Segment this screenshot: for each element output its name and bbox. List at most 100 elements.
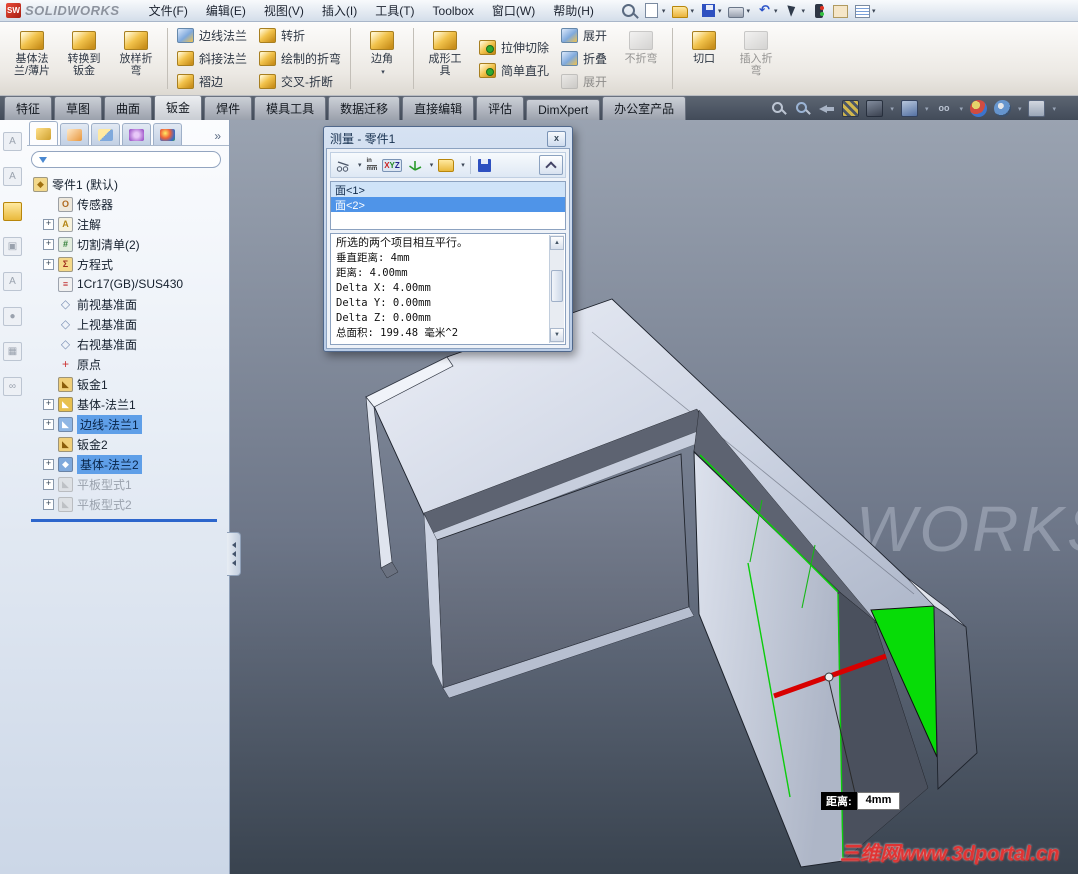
units-icon[interactable]: in mm <box>365 156 380 175</box>
menu-item-5[interactable]: 工具(T) <box>366 0 423 21</box>
measure-history-icon-dropdown-icon[interactable]: ▾ <box>461 161 465 169</box>
miter-flange-button[interactable]: 斜接法兰 <box>173 48 251 70</box>
tree-filter-input[interactable] <box>31 151 221 168</box>
save-results-icon[interactable] <box>476 157 493 174</box>
display-style-icon-dropdown-icon[interactable]: ▾ <box>925 105 929 113</box>
print-icon[interactable]: ▾ <box>726 2 752 19</box>
expand-toggle-icon[interactable]: + <box>43 458 54 470</box>
scrollbar-thumb[interactable] <box>551 270 563 302</box>
expand-toggle-icon[interactable]: + <box>43 398 54 410</box>
edit-appearance-icon[interactable] <box>969 100 987 117</box>
featuremanager-tree-tab[interactable] <box>29 121 58 145</box>
tree-item-annotations[interactable]: + A 注解 <box>27 214 229 234</box>
display-style-icon[interactable] <box>900 100 918 117</box>
tree-item-equations[interactable]: + Σ 方程式 <box>27 254 229 274</box>
apply-scene-icon[interactable] <box>993 100 1011 117</box>
menu-item-1[interactable]: 文件(F) <box>140 0 197 21</box>
design-binder-icon[interactable] <box>3 202 22 221</box>
file-properties-icon[interactable] <box>831 2 850 19</box>
tree-item-sensors[interactable]: O 传感器 <box>27 194 229 214</box>
menu-item-7[interactable]: 窗口(W) <box>483 0 544 21</box>
tree-item-cutlist[interactable]: + # 切割清单(2) <box>27 234 229 254</box>
tree-item-material[interactable]: ≡ 1Cr17(GB)/SUS430 <box>27 274 229 294</box>
dropdown-arrow-icon[interactable]: ▾ <box>872 7 876 15</box>
section-view-icon[interactable] <box>842 100 860 117</box>
cross-break-button[interactable]: 交叉-折断 <box>255 71 345 93</box>
unfold-button[interactable]: 展开 <box>557 25 611 47</box>
corners-button[interactable]: 边角 ▾ <box>356 24 408 76</box>
tab-DimXpert[interactable]: DimXpert <box>526 99 601 120</box>
rebuild-icon[interactable] <box>810 3 828 19</box>
panel-splitter[interactable] <box>227 532 241 576</box>
menu-item-2[interactable]: 编辑(E) <box>197 0 255 21</box>
view-orientation-icon-dropdown-icon[interactable]: ▾ <box>890 105 894 113</box>
search-icon[interactable] <box>619 2 638 19</box>
property-manager-tab[interactable] <box>60 123 89 145</box>
tab-草图[interactable]: 草图 <box>54 96 103 120</box>
coordinate-system-icon-dropdown-icon[interactable]: ▾ <box>430 161 434 169</box>
balloon-note-icon[interactable]: A <box>3 167 22 186</box>
select-icon[interactable]: ▾ <box>783 2 808 19</box>
dropdown-arrow-icon[interactable]: ▾ <box>802 7 806 15</box>
view-settings-icon-dropdown-icon[interactable]: ▾ <box>1052 105 1056 113</box>
options-icon[interactable]: ▾ <box>853 2 878 19</box>
zoom-area-icon[interactable] <box>794 100 811 117</box>
expand-toggle-icon[interactable]: + <box>43 498 54 510</box>
collapse-dialog-icon[interactable] <box>539 155 563 175</box>
dropdown-arrow-icon[interactable]: ▾ <box>718 7 722 15</box>
corners-button-dropdown-icon[interactable]: ▾ <box>381 68 385 76</box>
dimxpert-manager-tab[interactable] <box>122 123 151 145</box>
display-manager-tab[interactable] <box>153 123 182 145</box>
tree-item-sheetmetal-1[interactable]: ◣ 钣金1 <box>27 374 229 394</box>
scroll-up-icon[interactable]: ▲ <box>550 236 564 250</box>
extruded-cut-button[interactable]: 拉伸切除 <box>475 36 553 58</box>
tab-直接编辑[interactable]: 直接编辑 <box>402 96 475 120</box>
hyperlink-icon[interactable]: ∞ <box>3 377 22 396</box>
expand-toggle-icon[interactable]: + <box>43 478 54 490</box>
tab-办公室产品[interactable]: 办公室产品 <box>602 96 687 120</box>
dialog-title-bar[interactable]: 测量 - 零件1 x <box>326 129 570 148</box>
tree-item-right-plane[interactable]: ◇ 右视基准面 <box>27 334 229 354</box>
menu-item-6[interactable]: Toolbox <box>424 2 483 20</box>
selection-item-1[interactable]: 面<1> <box>331 182 565 197</box>
tree-item-sheetmetal-2[interactable]: ◣ 钣金2 <box>27 434 229 454</box>
coordinate-system-icon[interactable] <box>405 155 425 175</box>
hem-button[interactable]: 褶边 <box>173 71 251 93</box>
arc-measure-icon[interactable] <box>333 155 353 175</box>
xyz-icon[interactable]: XYZ <box>382 158 402 172</box>
close-icon[interactable]: x <box>547 130 566 147</box>
apply-scene-icon-dropdown-icon[interactable]: ▾ <box>1018 105 1022 113</box>
results-scrollbar[interactable]: ▲ ▼ <box>549 235 564 343</box>
tab-数据迁移[interactable]: 数据迁移 <box>328 96 401 120</box>
lock-icon[interactable]: ● <box>3 307 22 326</box>
dropdown-arrow-icon[interactable]: ▾ <box>662 7 666 15</box>
tab-钣金[interactable]: 钣金 <box>154 95 203 120</box>
previous-view-icon[interactable] <box>818 100 835 117</box>
rollback-bar[interactable] <box>31 519 217 522</box>
tree-item-flat-pattern-1[interactable]: + ◣ 平板型式1 <box>27 474 229 494</box>
expand-toggle-icon[interactable]: + <box>43 418 54 430</box>
note-icon[interactable]: A <box>3 132 22 151</box>
tree-item-front-plane[interactable]: ◇ 前视基准面 <box>27 294 229 314</box>
lofted-bend-button[interactable]: 放样折弯 <box>110 24 162 77</box>
tab-曲面[interactable]: 曲面 <box>104 96 153 120</box>
menu-item-3[interactable]: 视图(V) <box>255 0 313 21</box>
simple-hole-button[interactable]: 简单直孔 <box>475 59 553 81</box>
open-icon[interactable]: ▾ <box>670 2 696 19</box>
panel-overflow-chevron[interactable]: » <box>214 129 225 145</box>
undo-icon[interactable]: ↶ ▾ <box>755 2 780 19</box>
convert-to-sheetmetal-button[interactable]: 转换到 钣金 <box>58 24 110 77</box>
measure-history-icon[interactable] <box>436 157 456 174</box>
fold-button[interactable]: 折叠 <box>557 48 611 70</box>
rip-button[interactable]: 切口 <box>678 24 730 65</box>
tree-item-flat-pattern-2[interactable]: + ◣ 平板型式2 <box>27 494 229 514</box>
tree-item-origin[interactable]: + 原点 <box>27 354 229 374</box>
view-orientation-icon[interactable] <box>866 100 884 117</box>
tree-item-part-root[interactable]: ◆ 零件1 (默认) <box>27 174 229 194</box>
sketched-bend-button[interactable]: 绘制的折弯 <box>255 48 345 70</box>
zoom-fit-icon[interactable] <box>770 100 787 117</box>
weld-note-icon[interactable]: A <box>3 272 22 291</box>
edge-flange-button[interactable]: 边线法兰 <box>173 25 251 47</box>
expand-toggle-icon[interactable]: + <box>43 258 54 270</box>
configuration-manager-tab[interactable] <box>91 123 120 145</box>
